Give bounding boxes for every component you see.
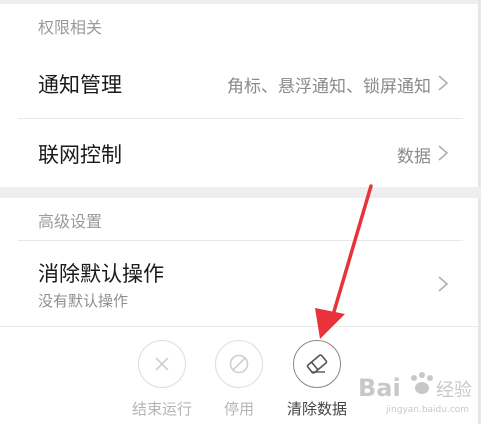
clear-data-button[interactable]: 清除数据 <box>277 340 357 420</box>
row-title: 消除默认操作 <box>38 262 164 286</box>
chevron-right-icon <box>438 75 449 91</box>
disable-label: 停用 <box>223 400 254 418</box>
watermark-text-cn: 经验 <box>436 380 472 401</box>
notification-management-row[interactable]: 通知管理 角标、悬浮通知、锁屏通知 <box>0 48 478 118</box>
force-stop-button[interactable]: 结束运行 <box>122 340 202 420</box>
network-control-row[interactable]: 联网控制 数据 <box>0 119 478 187</box>
section-header-advanced: 高级设置 <box>38 212 103 231</box>
section-separator <box>0 187 481 198</box>
chevron-right-icon <box>438 145 449 161</box>
row-title: 通知管理 <box>38 73 122 97</box>
row-value: 数据 <box>397 147 431 167</box>
watermark-url: jingyan.baidu.com <box>385 405 469 415</box>
eraser-icon <box>293 340 341 388</box>
disable-button[interactable]: 停用 <box>199 340 279 420</box>
clear-data-label: 清除数据 <box>286 400 347 418</box>
clear-defaults-row[interactable]: 消除默认操作 没有默认操作 <box>0 241 478 325</box>
force-stop-label: 结束运行 <box>131 400 192 418</box>
row-value: 角标、悬浮通知、锁屏通知 <box>227 77 431 97</box>
baidu-watermark: Bai 经验 jingyan.baidu.com <box>356 368 478 416</box>
divider <box>0 326 478 327</box>
row-title: 联网控制 <box>38 143 122 167</box>
block-icon <box>215 340 263 388</box>
row-subtitle: 没有默认操作 <box>38 292 129 310</box>
close-icon <box>138 340 186 388</box>
chevron-right-icon <box>438 276 449 292</box>
section-header-permissions: 权限相关 <box>38 18 103 37</box>
watermark-text: Bai <box>358 374 401 402</box>
top-separator <box>0 0 481 4</box>
